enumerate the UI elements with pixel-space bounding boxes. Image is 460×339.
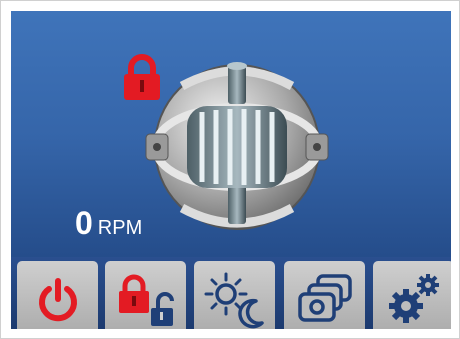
drum-illustration bbox=[145, 62, 329, 230]
programs-icon bbox=[297, 274, 352, 322]
programs-button[interactable] bbox=[284, 261, 365, 329]
power-icon bbox=[38, 278, 77, 322]
speed-unit: RPM bbox=[97, 217, 143, 239]
speed-value: 0 bbox=[75, 205, 93, 241]
day-night-icon bbox=[204, 272, 264, 329]
hmi-screen: 0 RPM bbox=[11, 11, 451, 329]
device-frame: 0 RPM bbox=[0, 0, 460, 339]
bottom-toolbar bbox=[11, 257, 451, 329]
lock-unlock-icon bbox=[118, 274, 174, 326]
day-night-button[interactable] bbox=[194, 261, 275, 329]
lock-unlock-button[interactable] bbox=[105, 261, 186, 329]
settings-icon bbox=[388, 274, 439, 323]
power-button[interactable] bbox=[17, 261, 98, 329]
settings-button[interactable] bbox=[373, 261, 451, 329]
speed-readout: 0 RPM bbox=[75, 205, 142, 242]
